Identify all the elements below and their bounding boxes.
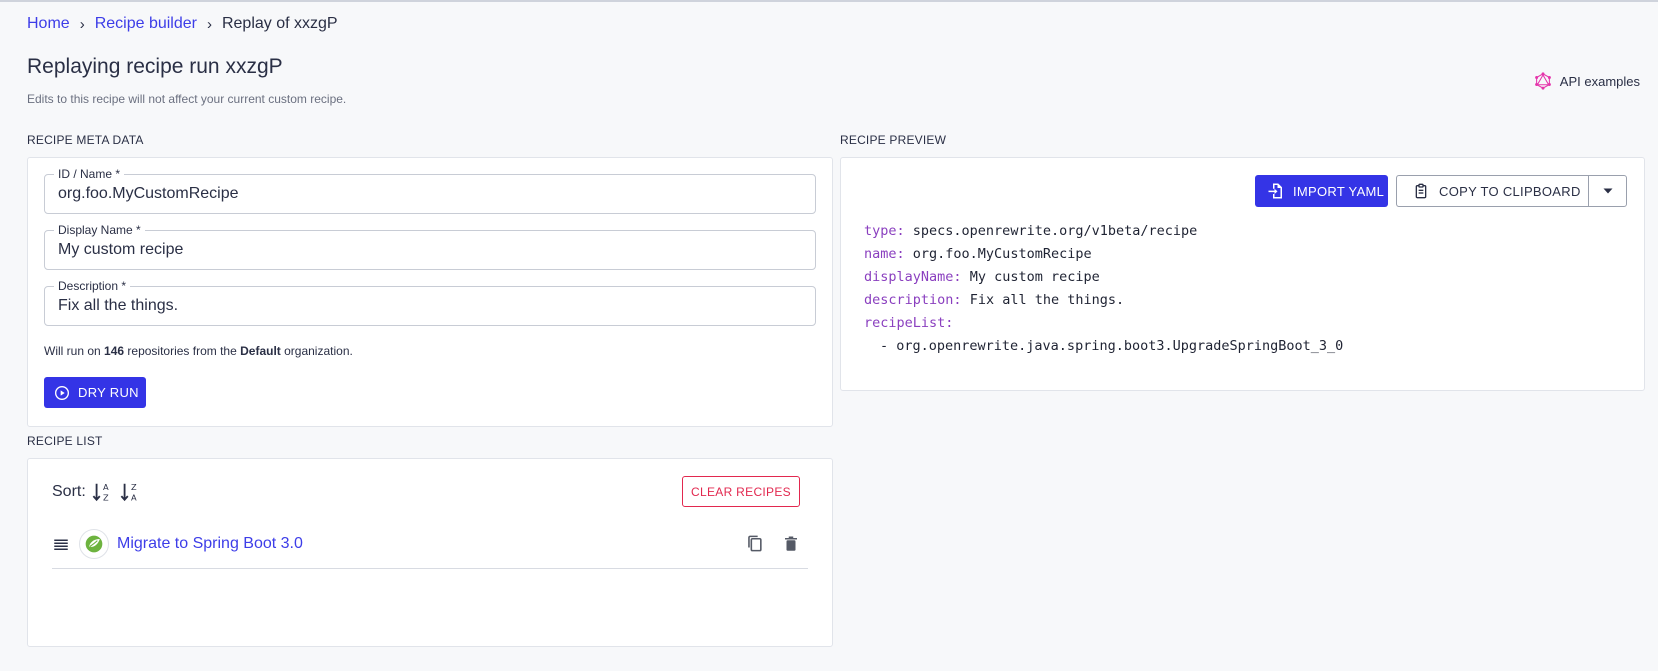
breadcrumb-separator: › (79, 15, 85, 33)
caret-down-icon (1602, 185, 1614, 197)
id-name-label: ID / Name * (54, 167, 125, 181)
duplicate-icon[interactable] (745, 534, 764, 553)
org-name: Default (240, 344, 281, 358)
display-name-label: Display Name * (54, 223, 145, 237)
repo-count: 146 (104, 344, 125, 358)
svg-text:A: A (131, 492, 137, 502)
svg-text:A: A (103, 482, 109, 492)
description-field[interactable]: Description * (44, 279, 816, 326)
breadcrumb-home-link[interactable]: Home (27, 15, 70, 33)
api-examples-button[interactable]: API examples (1534, 72, 1640, 90)
recipe-list-card: Sort: A Z Z A CLEAR RECIPES Migrate to S… (27, 458, 833, 647)
svg-text:Z: Z (131, 482, 137, 492)
dry-run-label: DRY RUN (78, 385, 139, 400)
graphql-icon (1534, 72, 1552, 90)
preview-section-label: RECIPE PREVIEW (840, 133, 947, 147)
yaml-preview: type: specs.openrewrite.org/v1beta/recip… (864, 220, 1343, 358)
yaml-line: type: specs.openrewrite.org/v1beta/recip… (864, 223, 1198, 239)
yaml-line: name: org.foo.MyCustomRecipe (864, 246, 1092, 262)
copy-options-dropdown-button[interactable] (1588, 175, 1627, 207)
description-input[interactable] (58, 297, 803, 315)
run-note: Will run on 146 repositories from the De… (44, 344, 353, 358)
spring-logo-icon (79, 528, 109, 559)
recipe-preview-card: IMPORT YAML COPY TO CLIPBOARD type: spec… (840, 157, 1645, 391)
copy-to-clipboard-label: COPY TO CLIPBOARD (1439, 183, 1581, 199)
import-yaml-label: IMPORT YAML (1293, 183, 1385, 199)
meta-section-label: RECIPE META DATA (27, 133, 144, 147)
sort-row: Sort: A Z Z A (52, 481, 142, 503)
sort-label: Sort: (52, 483, 86, 500)
yaml-line: description: Fix all the things. (864, 292, 1125, 308)
clipboard-icon (1413, 183, 1429, 199)
play-circle-icon (54, 385, 70, 401)
import-yaml-button[interactable]: IMPORT YAML (1255, 175, 1388, 207)
yaml-line: displayName: My custom recipe (864, 269, 1100, 285)
id-name-field[interactable]: ID / Name * (44, 167, 816, 214)
id-name-input[interactable] (58, 185, 803, 203)
drag-handle-icon[interactable] (52, 535, 70, 553)
sort-alpha-desc-icon[interactable]: Z A (120, 481, 142, 503)
sort-alpha-asc-icon[interactable]: A Z (92, 481, 114, 503)
trash-icon[interactable] (782, 534, 800, 553)
yaml-line: - org.openrewrite.java.spring.boot3.Upgr… (880, 338, 1344, 354)
breadcrumb-separator: › (206, 15, 212, 33)
breadcrumb-recipe-builder-link[interactable]: Recipe builder (95, 15, 197, 33)
page-subtitle: Edits to this recipe will not affect you… (27, 92, 347, 106)
display-name-field[interactable]: Display Name * (44, 223, 816, 270)
recipe-list-section-label: RECIPE LIST (27, 434, 103, 448)
list-item: Migrate to Spring Boot 3.0 (52, 519, 808, 569)
recipe-title-link[interactable]: Migrate to Spring Boot 3.0 (117, 535, 303, 553)
svg-text:Z: Z (103, 492, 109, 502)
copy-to-clipboard-button[interactable]: COPY TO CLIPBOARD (1396, 175, 1588, 207)
breadcrumb: Home › Recipe builder › Replay of xxzgP (27, 15, 338, 33)
import-file-icon (1267, 182, 1285, 200)
breadcrumb-current: Replay of xxzgP (221, 15, 338, 32)
api-examples-label: API examples (1559, 73, 1640, 89)
page-title: Replaying recipe run xxzgP (27, 55, 283, 78)
dry-run-button[interactable]: DRY RUN (44, 377, 146, 408)
meta-data-card: ID / Name * Display Name * Description *… (27, 157, 833, 427)
description-label: Description * (54, 279, 131, 293)
yaml-line: recipeList: (864, 315, 954, 331)
display-name-input[interactable] (58, 241, 803, 259)
clear-recipes-button[interactable]: CLEAR RECIPES (682, 476, 800, 507)
